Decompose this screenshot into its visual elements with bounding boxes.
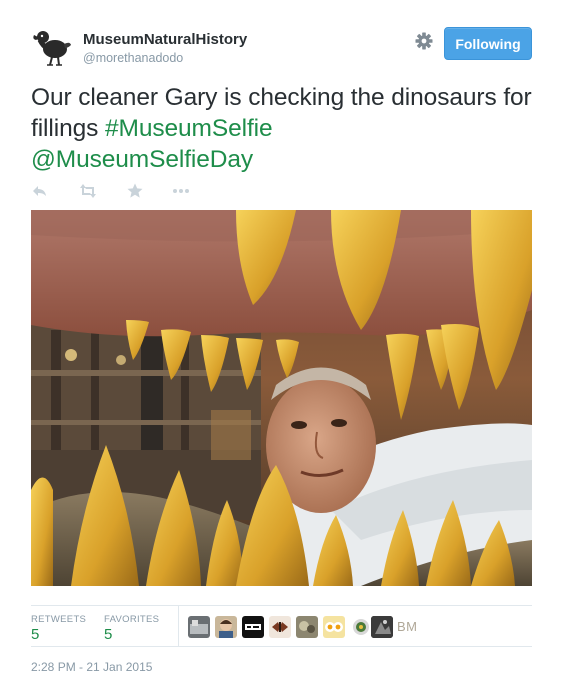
favoriter-initials[interactable]: BM — [397, 619, 418, 634]
dodo-icon[interactable] — [31, 26, 73, 68]
user-handle[interactable]: @morethanadodo — [83, 51, 183, 65]
favoriter-avatar[interactable] — [188, 616, 210, 638]
favoriter-avatar[interactable] — [269, 616, 291, 638]
divider-top — [31, 605, 532, 606]
gear-icon[interactable] — [413, 30, 435, 52]
favoriter-avatar[interactable] — [296, 616, 318, 638]
reply-icon[interactable] — [31, 182, 49, 205]
display-name[interactable]: MuseumNaturalHistory — [83, 31, 247, 48]
retweets-label: RETWEETS — [31, 614, 87, 625]
favoriter-avatar[interactable] — [371, 616, 393, 638]
favorites-count[interactable]: 5 — [104, 626, 112, 643]
favoriter-avatar[interactable] — [242, 616, 264, 638]
favorites-label: FAVORITES — [104, 614, 160, 625]
favorite-icon[interactable] — [126, 182, 144, 205]
tweet-timestamp[interactable]: 2:28 PM - 21 Jan 2015 — [31, 660, 152, 674]
tweet-text: Our cleaner Gary is checking the dinosau… — [31, 82, 541, 175]
hashtag-link[interactable]: #MuseumSelfie — [105, 115, 273, 142]
favoriter-avatar[interactable] — [323, 616, 345, 638]
tweet-photo[interactable] — [31, 210, 532, 586]
retweets-count[interactable]: 5 — [31, 626, 39, 643]
divider-bottom — [31, 646, 532, 647]
following-button[interactable]: Following — [444, 27, 532, 60]
favoriter-avatar[interactable] — [215, 616, 237, 638]
retweet-icon[interactable] — [78, 182, 98, 205]
favoriter-avatar[interactable] — [350, 616, 372, 638]
tweet-card: MuseumNaturalHistory @morethanadodo Foll… — [0, 0, 565, 683]
stats-separator — [178, 606, 179, 646]
mention-link[interactable]: @MuseumSelfieDay — [31, 146, 253, 173]
more-icon[interactable] — [171, 182, 191, 205]
